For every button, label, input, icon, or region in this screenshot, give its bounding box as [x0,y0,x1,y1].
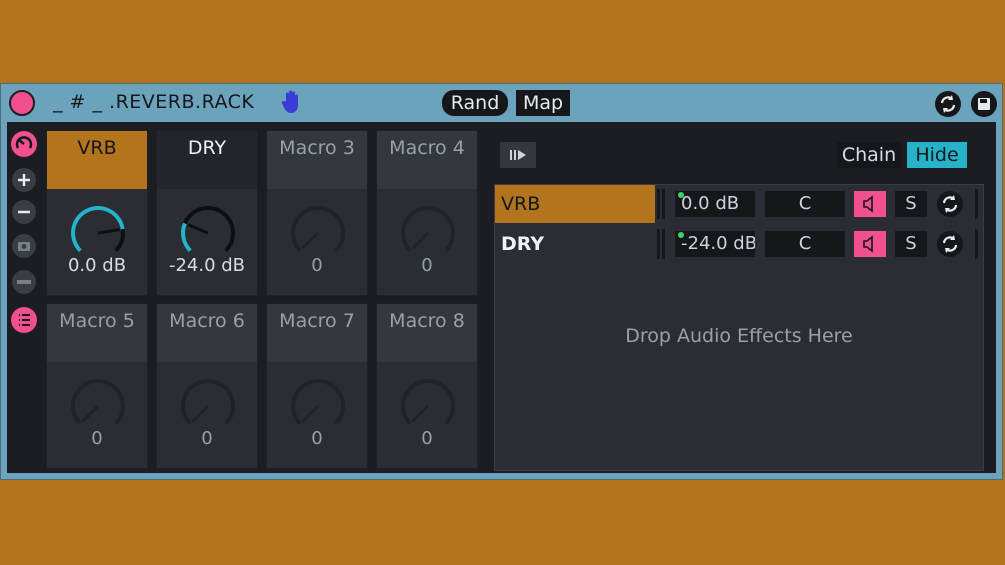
rand-button[interactable]: Rand [442,90,508,116]
macro-knob[interactable] [178,203,238,263]
macro-label[interactable]: VRB [47,131,147,189]
chain-volume[interactable]: 0.0 dB [675,191,755,217]
chain-list: VRB 0.0 dB C S DRY -24.0 dB C S Drop Aud… [494,184,984,471]
macro-label[interactable]: Macro 5 [47,304,147,362]
macro-knob[interactable] [68,376,128,436]
macro-2[interactable]: DRY -24.0 dB [156,130,258,296]
chain-drag-handle[interactable] [662,189,665,219]
macro-value: 0 [421,428,433,449]
chain-pan[interactable]: C [765,191,845,217]
device-title[interactable]: _ # _ .REVERB.RACK [53,91,254,113]
chain-select-arrow-button[interactable] [500,142,536,168]
minus-bar-icon[interactable] [10,268,38,296]
macro-value: 0 [91,428,103,449]
chain-drag-handle[interactable] [657,229,660,259]
map-button[interactable]: Map [516,90,570,116]
chain-drag-handle[interactable] [975,229,978,259]
chain-button[interactable]: Chain [837,142,901,168]
macro-knob[interactable] [398,203,458,263]
device-title-bar: _ # _ .REVERB.RACK Rand Map [1,84,1002,122]
chain-drag-handle[interactable] [662,229,665,259]
chain-row[interactable]: DRY -24.0 dB C S [495,225,983,263]
camera-icon[interactable] [10,232,38,260]
chain-solo-button[interactable]: S [895,231,927,257]
macro-knob[interactable] [68,203,128,263]
macro-6[interactable]: Macro 6 0 [156,303,258,469]
speaker-icon [863,235,873,253]
chain-row[interactable]: VRB 0.0 dB C S [495,185,983,223]
sync-icon[interactable] [934,90,962,118]
chain-pan[interactable]: C [765,231,845,257]
rack-body: VRB 0.0 dB DRY -24.0 dB Macro 3 0 Macro 4 0 Macr… [7,122,996,473]
macro-5[interactable]: Macro 5 0 [46,303,148,469]
chain-volume[interactable]: -24.0 dB [675,231,755,257]
chain-drag-handle[interactable] [975,189,978,219]
chain-activator-button[interactable] [854,231,886,257]
macro-knob[interactable] [398,376,458,436]
macro-knob[interactable] [178,376,238,436]
chain-activity-indicator [678,192,684,198]
list-icon[interactable] [10,306,38,334]
macro-label[interactable]: Macro 3 [267,131,367,189]
hide-button[interactable]: Hide [907,142,967,168]
macro-value: 0 [201,428,213,449]
sync-icon[interactable] [936,230,964,258]
chain-name[interactable]: DRY [495,225,655,263]
play-arrow-icon [510,150,526,160]
macro-label[interactable]: DRY [157,131,257,189]
chain-activator-button[interactable] [854,191,886,217]
macro-label[interactable]: Macro 4 [377,131,477,189]
chain-list-panel: Chain Hide VRB 0.0 dB C S DRY -24.0 dB C… [494,122,996,473]
rack-sidebar [7,122,39,473]
macro-label[interactable]: Macro 6 [157,304,257,362]
chain-name[interactable]: VRB [495,185,655,223]
macro-4[interactable]: Macro 4 0 [376,130,478,296]
macro-8[interactable]: Macro 8 0 [376,303,478,469]
macro-label[interactable]: Macro 7 [267,304,367,362]
macro-3[interactable]: Macro 3 0 [266,130,368,296]
chain-activity-indicator [678,232,684,238]
macro-knob-icon[interactable] [10,130,38,158]
device-power-button[interactable] [9,90,35,116]
macro-knob[interactable] [288,376,348,436]
add-icon[interactable] [10,166,38,194]
macro-value: 0 [421,255,433,276]
macro-value: -24.0 dB [168,255,246,276]
chain-solo-button[interactable]: S [895,191,927,217]
speaker-icon [863,195,873,213]
remove-icon[interactable] [10,198,38,226]
macro-value: 0 [311,255,323,276]
hand-icon [281,90,298,113]
macro-knob[interactable] [288,203,348,263]
rack-device: _ # _ .REVERB.RACK Rand Map VRB 0.0 dB D… [0,83,1003,480]
macro-label[interactable]: Macro 8 [377,304,477,362]
sync-icon[interactable] [936,190,964,218]
macro-1[interactable]: VRB 0.0 dB [46,130,148,296]
macro-value: 0 [311,428,323,449]
macro-7[interactable]: Macro 7 0 [266,303,368,469]
macro-value: 0.0 dB [67,255,127,276]
chain-drag-handle[interactable] [657,189,660,219]
drop-effects-hint: Drop Audio Effects Here [625,325,853,347]
save-icon[interactable] [970,90,998,118]
